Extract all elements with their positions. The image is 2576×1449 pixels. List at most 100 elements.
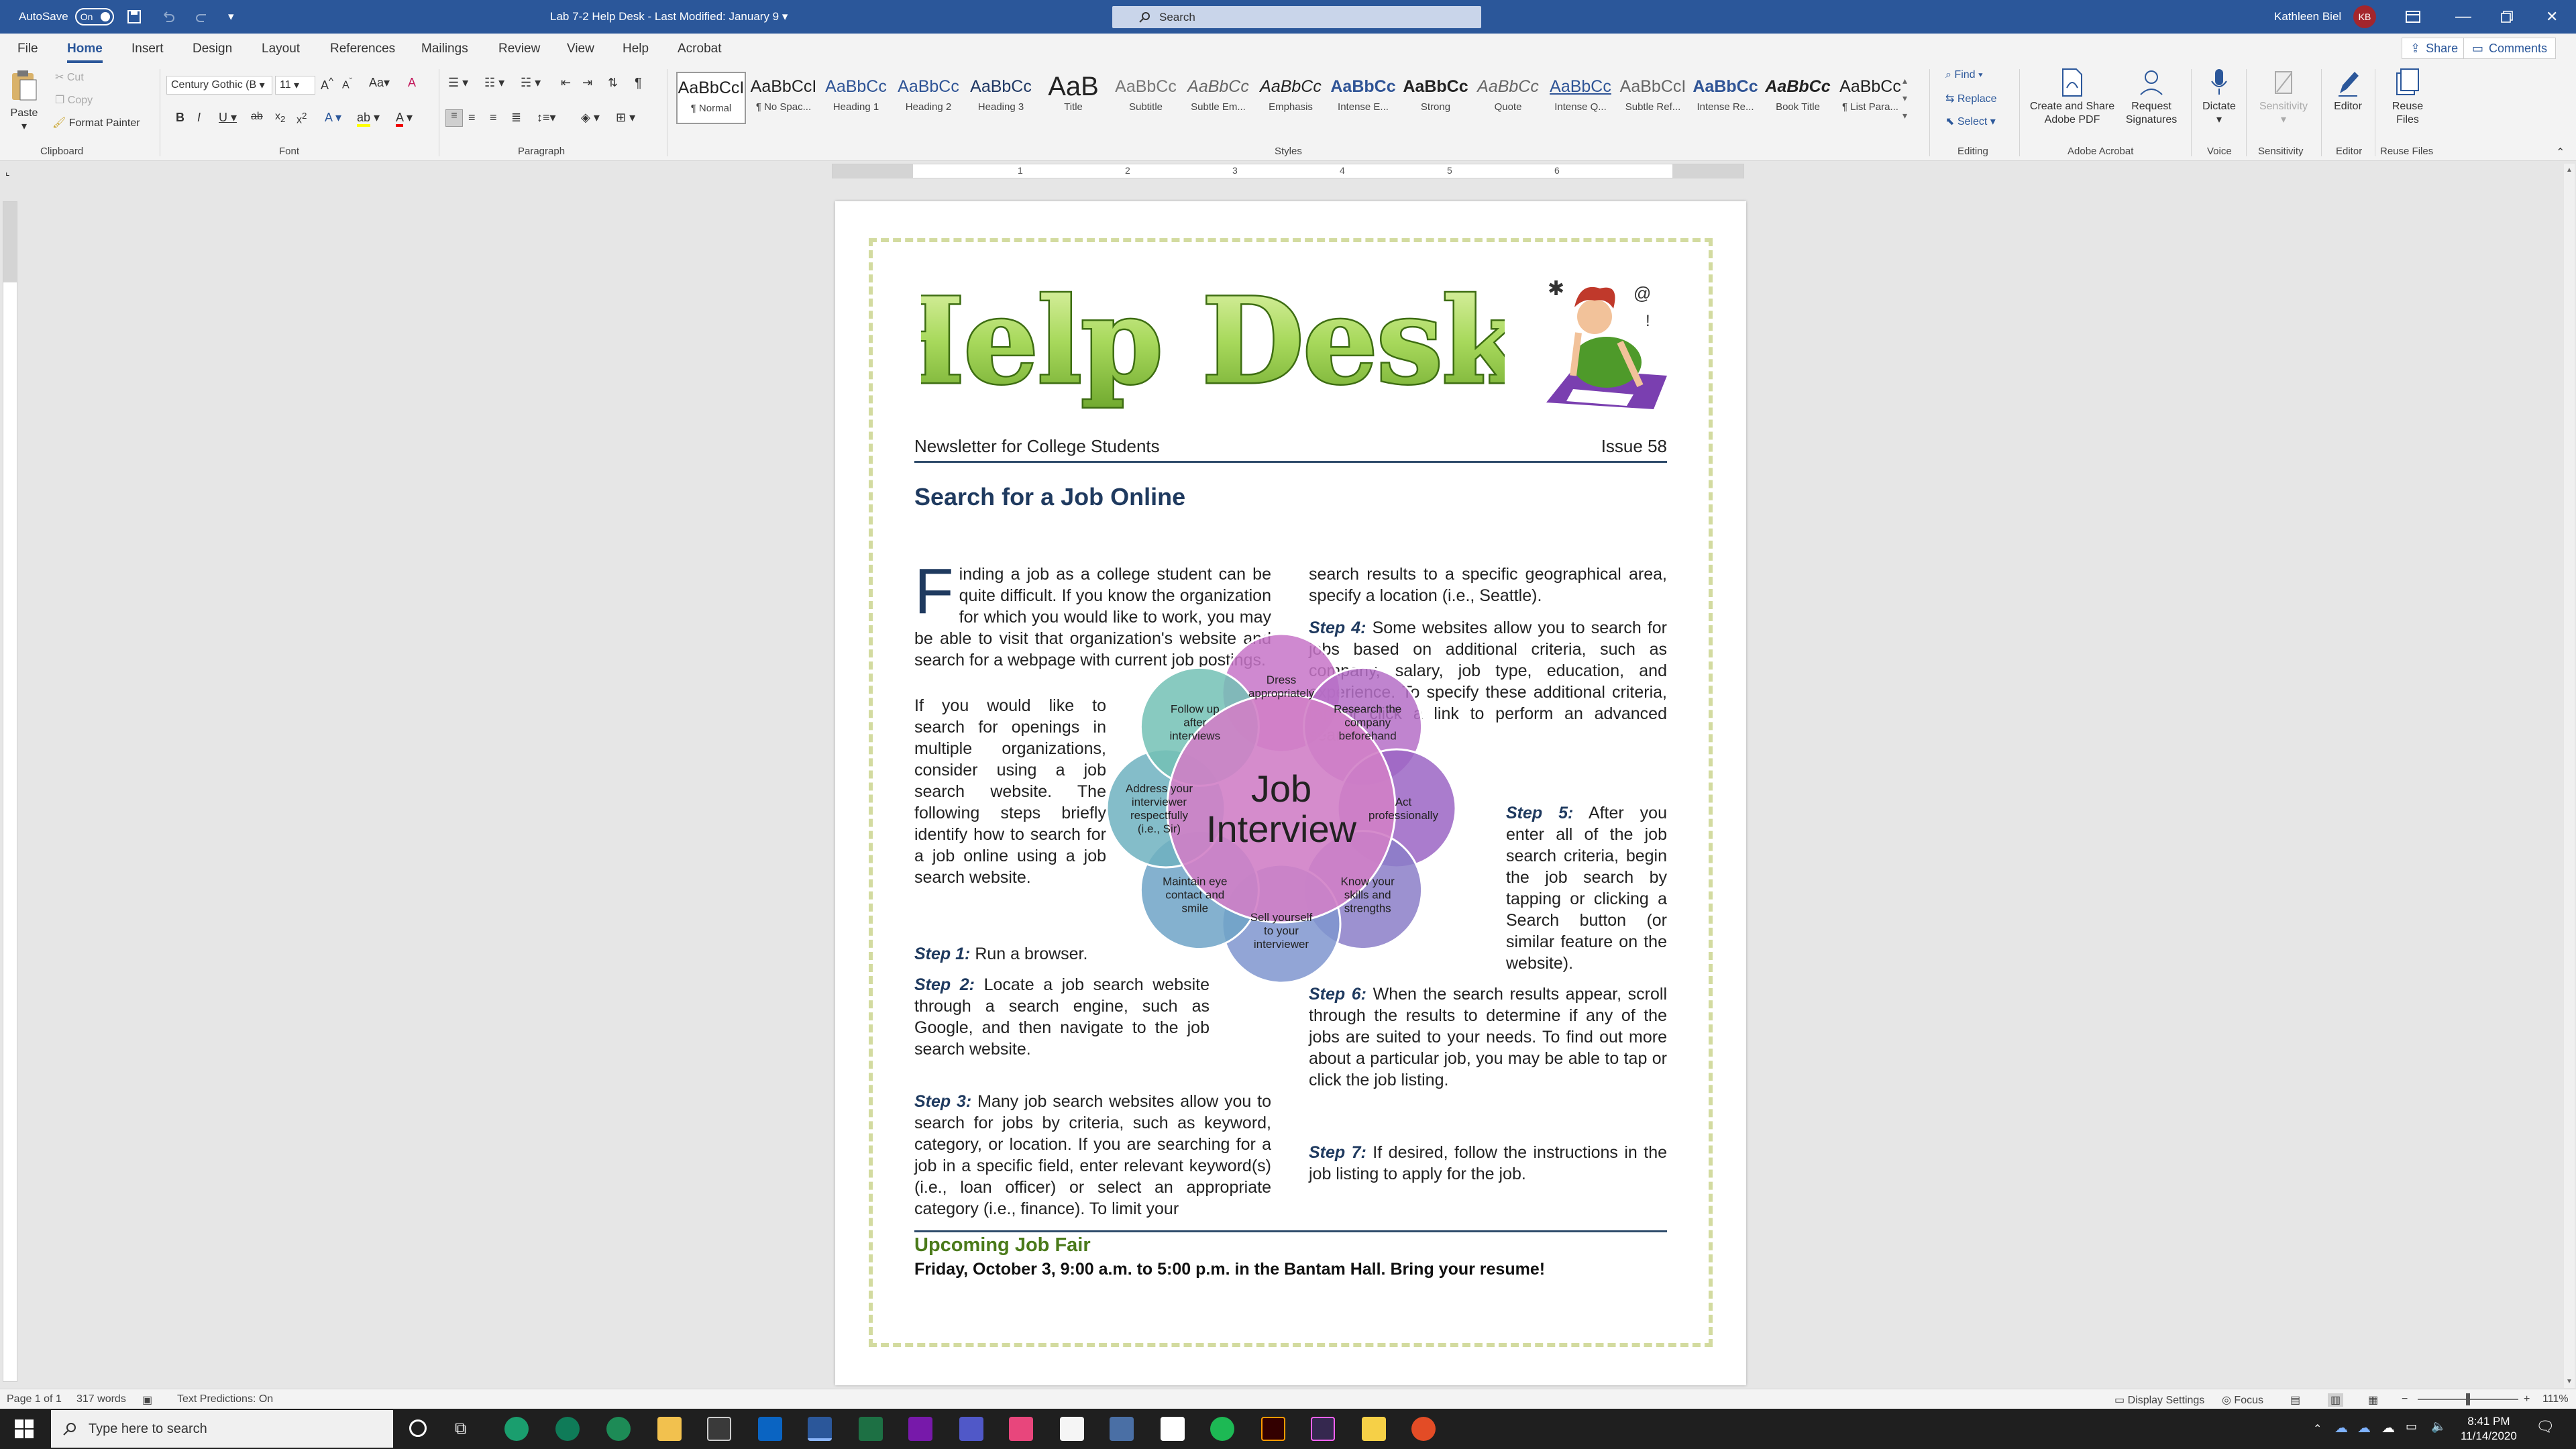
windows-start-icon[interactable] [15,1419,34,1442]
zoom-out-icon[interactable]: − [2402,1393,2408,1405]
clear-formatting-icon[interactable]: A [408,76,416,90]
print-layout-icon[interactable]: ▥ [2328,1393,2344,1407]
font-name-select[interactable]: Century Gothic (B ▾ [166,76,272,95]
replace-button[interactable]: ⇆ Replace [1945,92,1997,105]
style-13[interactable]: AaBbCc Intense Q... [1546,72,1615,124]
shading-icon[interactable]: ◈ ▾ [581,111,600,125]
horizontal-ruler[interactable]: 1 2 3 4 5 6 [832,164,1744,178]
onedrive-icon[interactable]: ☁ [2334,1419,2348,1436]
dictate-button[interactable]: Dictate ▾ [2199,68,2239,127]
show-hidden-icons[interactable]: ⌃ [2313,1422,2322,1436]
tab-review[interactable]: Review [498,42,540,56]
word-icon[interactable] [808,1417,832,1441]
style-6[interactable]: AaB Title [1038,72,1108,124]
web-layout-icon[interactable]: ▦ [2368,1393,2378,1407]
style-10[interactable]: AaBbCc Intense E... [1328,72,1398,124]
word-count[interactable]: 317 words [76,1393,126,1405]
highlight-icon[interactable]: ab ▾ [357,111,380,127]
style-9[interactable]: AaBbCc Emphasis [1256,72,1326,124]
calculator-icon[interactable] [1110,1417,1134,1441]
illustrator-icon[interactable] [1261,1417,1285,1441]
teams-icon[interactable] [959,1417,983,1441]
strikethrough-icon[interactable]: ab [251,111,263,123]
tab-home[interactable]: Home [67,42,103,63]
proofing-icon[interactable]: ▣ [142,1393,152,1407]
decrease-indent-icon[interactable]: ⇤ [561,76,571,90]
request-signatures-button[interactable]: Request Signatures [2120,68,2183,127]
clock[interactable]: 8:41 PM 11/14/2020 [2461,1414,2517,1444]
style-11[interactable]: AaBbCc Strong [1401,72,1470,124]
user-name[interactable]: Kathleen Biel [2274,0,2341,34]
tab-view[interactable]: View [567,42,594,56]
zoom-slider-thumb[interactable] [2466,1393,2470,1405]
shrink-font-icon[interactable]: Aˇ [342,76,352,91]
style-3[interactable]: AaBbCc Heading 1 [821,72,891,124]
style-1[interactable]: AaBbCcI ¶ Normal [676,72,746,124]
cortana-icon[interactable] [409,1419,427,1437]
font-color-icon[interactable]: A ▾ [396,111,413,127]
cut-button[interactable]: ✂ Cut [55,70,84,84]
cloud-icon[interactable]: ☁ [2381,1419,2395,1436]
borders-icon[interactable]: ⊞ ▾ [616,111,635,125]
focus-button[interactable]: ◎ Focus [2222,1393,2263,1407]
grow-font-icon[interactable]: A^ [321,76,333,93]
excel-icon[interactable] [859,1417,883,1441]
close-icon[interactable]: ✕ [2546,0,2558,34]
outlook-icon[interactable] [758,1417,782,1441]
style-2[interactable]: AaBbCcI ¶ No Spac... [749,72,818,124]
styles-scroll[interactable]: ▴ ▾ ▾ [1902,72,1907,124]
multilevel-list-icon[interactable]: ☵ ▾ [521,76,541,90]
volume-icon[interactable]: 🔈 [2431,1419,2446,1434]
text-predictions[interactable]: Text Predictions: On [177,1393,273,1405]
taskbar-search[interactable]: Type here to search [51,1410,393,1448]
align-left-icon[interactable]: ≡ [445,109,463,127]
tab-file[interactable]: File [17,42,38,56]
file-explorer-icon[interactable] [657,1417,682,1441]
autosave-switch[interactable]: On [74,8,114,25]
onenote-icon[interactable] [908,1417,932,1441]
style-14[interactable]: AaBbCcI Subtle Ref... [1618,72,1688,124]
share-button[interactable]: ⇪ Share [2402,38,2467,59]
ribbon-display-options-icon[interactable] [2406,0,2420,34]
font-size-select[interactable]: 11 ▾ [275,76,315,95]
restore-icon[interactable] [2501,0,2513,34]
customize-quick-access-icon[interactable]: ▾ [228,0,234,34]
document-page[interactable]: Help Desk! ✱ @ ! Newsletter for College … [835,201,1746,1385]
line-spacing-icon[interactable]: ↕≡▾ [537,111,556,125]
tab-insert[interactable]: Insert [131,42,164,56]
style-8[interactable]: AaBbCc Subtle Em... [1183,72,1253,124]
pdf-reader-icon[interactable] [1411,1417,1436,1441]
style-4[interactable]: AaBbCc Heading 2 [894,72,963,124]
vertical-ruler[interactable] [3,201,17,1382]
sticky-notes-icon[interactable] [1362,1417,1386,1441]
tab-selector[interactable]: ⌞ [5,166,10,178]
display-settings-button[interactable]: ▭ Display Settings [2114,1393,2204,1407]
change-case-icon[interactable]: Aa▾ [369,76,390,90]
store-icon[interactable] [707,1417,731,1441]
edge-beta-icon[interactable] [606,1417,631,1441]
tab-mailings[interactable]: Mailings [421,42,468,56]
snip-sketch-icon[interactable] [1009,1417,1033,1441]
tab-references[interactable]: References [330,42,395,56]
zoom-in-icon[interactable]: + [2524,1393,2530,1405]
avatar[interactable]: KB [2353,5,2376,28]
minimize-icon[interactable]: — [2455,0,2471,34]
spotify-icon[interactable] [1210,1417,1234,1441]
notifications-icon[interactable]: 🗨 [2536,1418,2555,1436]
format-painter-button[interactable]: 🖌 Format Painter [52,116,140,129]
italic-icon[interactable]: I [197,111,201,125]
align-center-icon[interactable]: ≡ [468,111,476,125]
tab-acrobat[interactable]: Acrobat [678,42,721,56]
show-formatting-icon[interactable]: ¶ [635,76,642,91]
style-5[interactable]: AaBbCc Heading 3 [966,72,1036,124]
style-7[interactable]: AaBbCc Subtitle [1111,72,1181,124]
sort-icon[interactable]: ⇅ [608,76,618,90]
onedrive-personal-icon[interactable]: ☁ [2357,1419,2371,1436]
save-icon[interactable] [126,0,142,34]
create-share-pdf-button[interactable]: Create and Share Adobe PDF [2029,68,2116,127]
dreamweaver-icon[interactable] [1311,1417,1335,1441]
redo-icon[interactable] [195,0,209,34]
style-12[interactable]: AaBbCc Quote [1473,72,1543,124]
reuse-files-button[interactable]: Reuse Files [2380,68,2435,127]
bold-icon[interactable]: B [176,111,184,125]
